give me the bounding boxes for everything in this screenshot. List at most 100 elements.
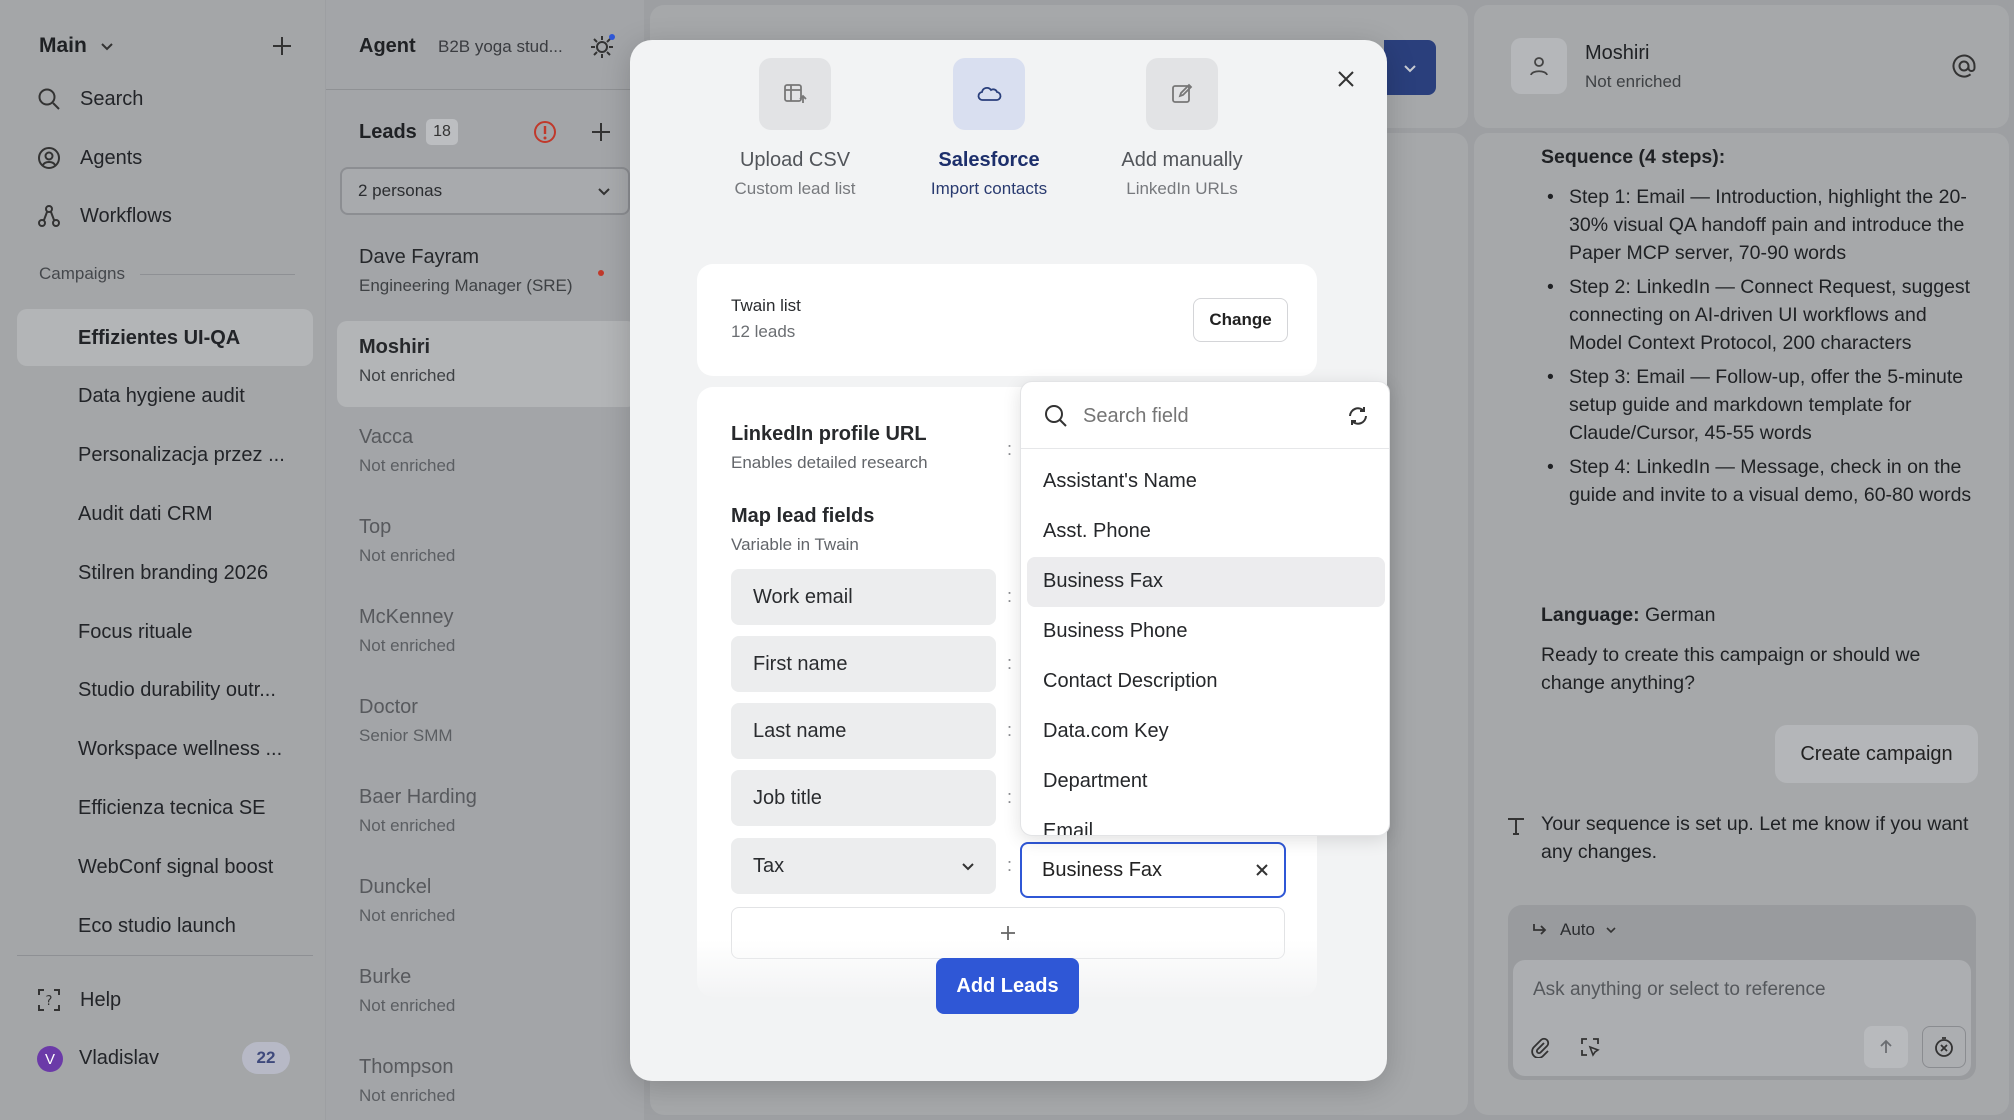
lead-item[interactable]: Moshiri Not enriched bbox=[326, 330, 644, 400]
avatar bbox=[1511, 38, 1567, 94]
linkedin-sub: Enables detailed research bbox=[731, 453, 928, 472]
lead-item[interactable]: Vacca Not enriched bbox=[326, 420, 644, 490]
help-label: Help bbox=[80, 988, 122, 1011]
nav-agents[interactable]: Agents bbox=[36, 138, 142, 178]
mapping-field-value: Business Fax bbox=[1042, 858, 1163, 881]
divider bbox=[17, 955, 313, 956]
source-title: Upload CSV bbox=[739, 149, 851, 171]
send-button[interactable] bbox=[1864, 1026, 1908, 1068]
leads-panel: Agent B2B yoga stud... Leads 18 2 person… bbox=[326, 0, 644, 1120]
stop-button[interactable] bbox=[1922, 1026, 1966, 1068]
lead-item[interactable]: Burke Not enriched bbox=[326, 960, 644, 1030]
alert-icon[interactable] bbox=[532, 119, 558, 145]
mapping-field-select[interactable]: Business Fax bbox=[1020, 842, 1286, 898]
help-link[interactable]: ? Help bbox=[36, 980, 121, 1020]
close-icon[interactable] bbox=[1335, 68, 1357, 90]
dropdown-option[interactable]: Department bbox=[1043, 770, 1148, 793]
attachment-icon[interactable] bbox=[1529, 1036, 1551, 1058]
persona-select[interactable]: 2 personas bbox=[340, 167, 630, 215]
campaign-item[interactable]: Stilren branding 2026 bbox=[78, 553, 268, 593]
lead-name: Baer Harding bbox=[359, 786, 477, 808]
clear-icon[interactable] bbox=[1254, 862, 1270, 878]
campaign-item[interactable]: Audit dati CRM bbox=[78, 494, 213, 534]
campaign-item[interactable]: Studio durability outr... bbox=[78, 670, 276, 710]
refresh-icon[interactable] bbox=[1346, 404, 1370, 428]
chevron-down-icon bbox=[101, 43, 113, 51]
sequence-title: Sequence (4 steps): bbox=[1541, 146, 1726, 168]
csv-tile bbox=[759, 58, 831, 130]
field-first-name: First name bbox=[731, 636, 996, 692]
nav-search-label: Search bbox=[80, 87, 144, 110]
change-list-button[interactable]: Change bbox=[1193, 298, 1288, 342]
redirect-icon bbox=[1533, 924, 1547, 935]
lead-sub: Not enriched bbox=[359, 906, 456, 925]
create-campaign-button[interactable]: Create campaign bbox=[1775, 725, 1978, 783]
lead-name: Thompson bbox=[359, 1056, 454, 1078]
lead-item[interactable]: Thompson Not enriched bbox=[326, 1050, 644, 1120]
custom-field-select[interactable]: Tax bbox=[731, 838, 996, 894]
separator: : bbox=[1007, 586, 1013, 606]
select-reference-icon[interactable] bbox=[1579, 1036, 1601, 1058]
dropdown-option[interactable]: Data.com Key bbox=[1043, 720, 1169, 743]
source-upload-csv[interactable]: Upload CSV Custom lead list bbox=[715, 58, 875, 208]
campaign-item[interactable]: Eco studio launch bbox=[78, 906, 236, 946]
contact-name: Moshiri bbox=[1585, 42, 1650, 64]
campaign-item[interactable]: Workspace wellness ... bbox=[78, 729, 282, 769]
agent-name[interactable]: B2B yoga stud... bbox=[438, 37, 563, 57]
dropdown-option[interactable]: Contact Description bbox=[1043, 670, 1218, 693]
notification-badge[interactable]: 22 bbox=[242, 1042, 290, 1074]
add-leads-button[interactable]: Add Leads bbox=[936, 958, 1079, 1014]
user-name[interactable]: Vladislav bbox=[79, 1047, 159, 1070]
settings-icon[interactable] bbox=[588, 33, 616, 61]
campaign-item[interactable]: Focus rituale bbox=[78, 612, 193, 652]
campaign-item[interactable]: Data hygiene audit bbox=[78, 376, 245, 416]
nav-search[interactable]: Search bbox=[36, 79, 143, 119]
chevron-down-icon bbox=[962, 863, 974, 871]
workspace-switcher[interactable]: Main bbox=[39, 34, 115, 58]
dropdown-option[interactable]: Email bbox=[1043, 820, 1093, 835]
source-sub: LinkedIn URLs bbox=[1126, 179, 1238, 198]
workspace-name: Main bbox=[39, 34, 87, 57]
lead-sub: Senior SMM bbox=[359, 726, 453, 745]
mention-icon[interactable] bbox=[1951, 53, 1977, 79]
dropdown-option[interactable]: Business Phone bbox=[1043, 620, 1188, 643]
lead-item[interactable]: Doctor Senior SMM bbox=[326, 690, 644, 760]
field-job-title: Job title bbox=[731, 770, 996, 826]
custom-field-value: Tax bbox=[753, 854, 785, 877]
lead-name: Moshiri bbox=[359, 336, 431, 358]
lead-item[interactable]: Baer Harding Not enriched bbox=[326, 780, 644, 850]
source-salesforce[interactable]: Salesforce Import contacts bbox=[909, 58, 1069, 208]
campaign-item[interactable]: Efficienza tecnica SE bbox=[78, 788, 266, 828]
chevron-down-icon bbox=[1404, 65, 1416, 73]
lead-item[interactable]: Dave Fayram Engineering Manager (SRE) bbox=[326, 240, 644, 310]
dropdown-option[interactable]: Asst. Phone bbox=[1043, 520, 1151, 543]
campaign-item[interactable]: WebConf signal boost bbox=[78, 847, 273, 887]
nav-workflows[interactable]: Workflows bbox=[36, 196, 172, 236]
lead-sub: Not enriched bbox=[359, 636, 456, 655]
campaign-item[interactable]: Effizientes UI-QA bbox=[78, 318, 240, 358]
unread-dot bbox=[598, 270, 604, 276]
lead-name: Dave Fayram bbox=[359, 246, 480, 268]
lead-item[interactable]: Dunckel Not enriched bbox=[326, 870, 644, 940]
linkedin-title: LinkedIn profile URL bbox=[731, 423, 927, 445]
lead-sub: Engineering Manager (SRE) bbox=[359, 276, 573, 295]
add-workspace-button[interactable] bbox=[268, 32, 296, 60]
source-add-manually[interactable]: Add manually LinkedIn URLs bbox=[1102, 58, 1262, 208]
avatar[interactable]: V bbox=[37, 1046, 63, 1072]
sequence-step: • Step 1: Email — Introduction, highlight… bbox=[1547, 186, 1967, 264]
lead-item[interactable]: McKenney Not enriched bbox=[326, 600, 644, 670]
campaign-item[interactable]: Personalizacja przez ... bbox=[78, 435, 285, 475]
dropdown-option[interactable]: Business Fax bbox=[1043, 570, 1163, 593]
dropdown-option[interactable]: Assistant's Name bbox=[1043, 470, 1197, 493]
lead-name: Vacca bbox=[359, 426, 414, 448]
dropdown-search-input[interactable] bbox=[1083, 400, 1323, 432]
mode-selector[interactable]: Auto bbox=[1530, 920, 1617, 940]
sequence-step: • Step 2: LinkedIn — Connect Request, sug… bbox=[1547, 276, 1971, 354]
composer-input[interactable]: Ask anything or select to reference bbox=[1533, 979, 1826, 1001]
add-lead-icon[interactable] bbox=[588, 119, 614, 145]
selected-list-card: Twain list 12 leads Change bbox=[697, 264, 1317, 376]
start-dropdown-button[interactable] bbox=[1384, 40, 1436, 95]
arrow-up-icon bbox=[1880, 1039, 1892, 1053]
lead-item[interactable]: Top Not enriched bbox=[326, 510, 644, 580]
agents-icon bbox=[38, 147, 60, 169]
